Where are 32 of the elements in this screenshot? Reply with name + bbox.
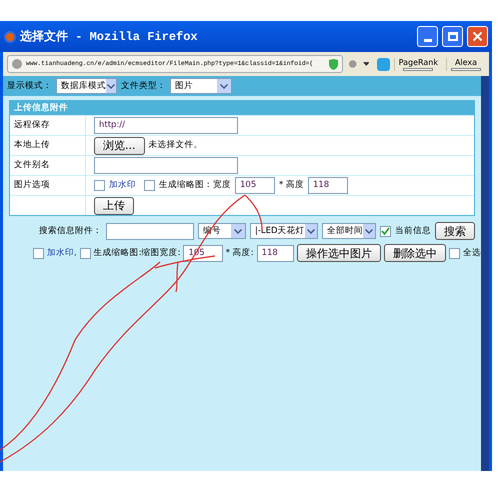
time-select[interactable]: 全部时间 — [322, 223, 376, 239]
file-type-select[interactable]: 图片 — [170, 78, 232, 94]
row-label: 文件别名 — [10, 156, 86, 175]
search-button[interactable]: 搜索 — [435, 222, 475, 240]
text-field[interactable]: http:// — [94, 117, 238, 134]
display-mode-select[interactable]: 数据库模式 — [56, 78, 117, 94]
width-field[interactable]: 105 — [235, 177, 275, 194]
display-mode-label: 显示模式： — [7, 80, 52, 92]
search-label: 搜索信息附件： — [39, 224, 102, 238]
height-label: * 高度 — [279, 179, 304, 192]
option-label: 生成缩略图:缩图宽度: — [94, 246, 180, 260]
option-label: 加水印, — [47, 246, 77, 260]
height-field[interactable]: 118 — [308, 177, 348, 194]
toolbar-meter-button[interactable]: Alexa — [446, 58, 486, 70]
upload-button[interactable]: 上传 — [94, 196, 134, 214]
browse-button[interactable]: 浏览... — [94, 136, 144, 154]
delete-button[interactable]: 删除选中 — [384, 244, 446, 262]
panel-header: 上传信息附件 — [10, 101, 474, 115]
height-field[interactable]: 118 — [256, 244, 294, 262]
option-label: 生成缩略图：宽度 — [159, 179, 231, 192]
toolbar-meter-button[interactable]: PageRank — [394, 58, 442, 70]
file-type-label: 文件类型： — [121, 80, 166, 92]
select-all-label: 全选 — [463, 246, 481, 260]
row-label: 本地上传 — [10, 136, 86, 155]
row-label: 图片选项 — [10, 176, 86, 195]
window-title: 选择文件 - Mozilla Firefox — [20, 28, 199, 46]
file-status: 未选择文件。 — [148, 139, 202, 152]
height-label: * 高度: — [226, 246, 254, 260]
apply-button[interactable]: 操作选中图片 — [297, 244, 381, 262]
option-label: 加水印 — [109, 179, 136, 192]
row-label: 远程保存 — [10, 116, 86, 135]
current-info-label: 当前信息 — [395, 224, 431, 238]
